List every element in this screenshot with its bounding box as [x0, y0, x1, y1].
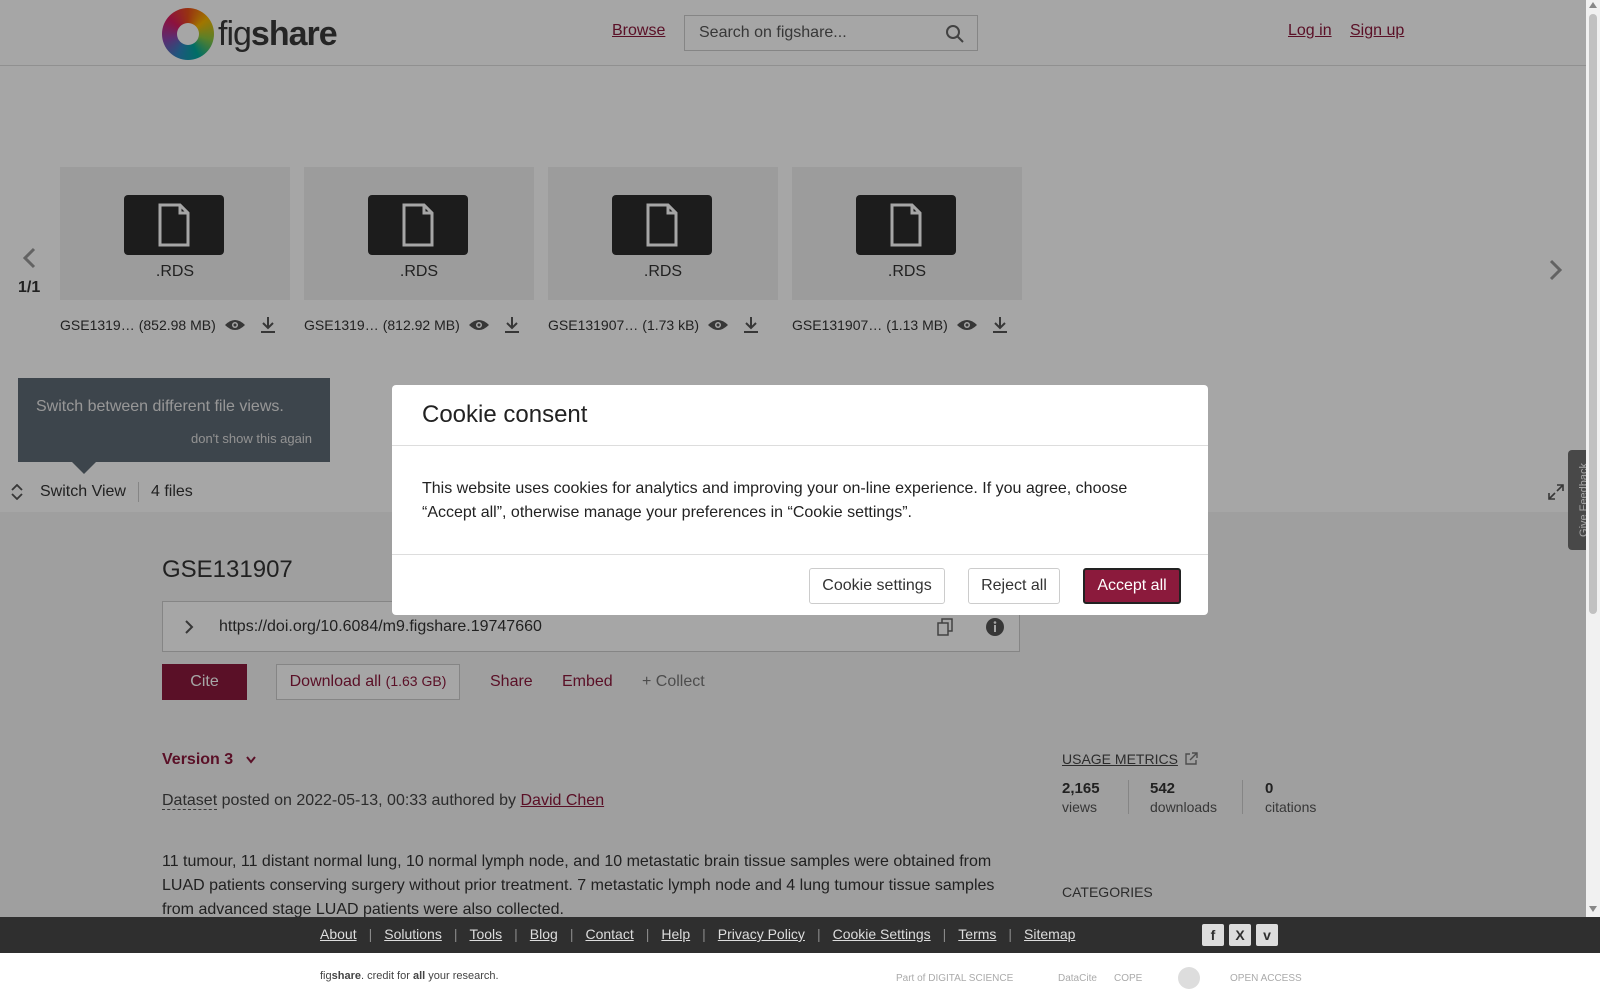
footer-link-solutions[interactable]: Solutions [384, 926, 442, 942]
footer-link-privacy-policy[interactable]: Privacy Policy [718, 926, 805, 942]
x-twitter-icon[interactable]: X [1229, 924, 1251, 946]
cookie-consent-modal: Cookie consent This website uses cookies… [392, 385, 1208, 615]
footer-link-contact[interactable]: Contact [585, 926, 633, 942]
footer-tagline: figshare. credit for all your research. [320, 970, 499, 982]
open-access-logo[interactable]: OPEN ACCESS [1230, 967, 1302, 989]
datacite-logo[interactable]: DataCite [1058, 967, 1097, 989]
cope-logo[interactable]: COPE [1114, 967, 1142, 989]
footer-link-tools[interactable]: Tools [469, 926, 502, 942]
vimeo-icon[interactable]: v [1256, 924, 1278, 946]
footer-link-terms[interactable]: Terms [958, 926, 996, 942]
footer-bottom: figshare. credit for all your research. … [0, 953, 1600, 1000]
footer-nav: About | Solutions | Tools | Blog | Contact | … [0, 917, 1600, 953]
modal-body-text: This website uses cookies for analytics … [422, 480, 1128, 521]
modal-title: Cookie consent [422, 401, 588, 428]
digital-science-logo[interactable]: Part of DIGITAL SCIENCE [896, 967, 1013, 989]
footer-link-help[interactable]: Help [661, 926, 690, 942]
footer-link-cookie-settings[interactable]: Cookie Settings [833, 926, 931, 942]
footer-link-sitemap[interactable]: Sitemap [1024, 926, 1075, 942]
page-scrollbar[interactable] [1586, 0, 1600, 917]
scroll-up-arrow[interactable] [1589, 2, 1597, 8]
footer-links: About | Solutions | Tools | Blog | Contact | … [320, 926, 1076, 942]
scroll-thumb[interactable] [1589, 14, 1597, 614]
divider [392, 554, 1208, 555]
association-logo[interactable] [1178, 967, 1200, 989]
reject-all-button[interactable]: Reject all [968, 568, 1060, 604]
facebook-icon[interactable]: f [1202, 924, 1224, 946]
footer-link-blog[interactable]: Blog [530, 926, 558, 942]
accept-all-button[interactable]: Accept all [1083, 568, 1181, 604]
cookie-settings-button[interactable]: Cookie settings [809, 568, 945, 604]
scroll-down-arrow[interactable] [1589, 906, 1597, 912]
divider [392, 445, 1208, 446]
footer-link-about[interactable]: About [320, 926, 357, 942]
